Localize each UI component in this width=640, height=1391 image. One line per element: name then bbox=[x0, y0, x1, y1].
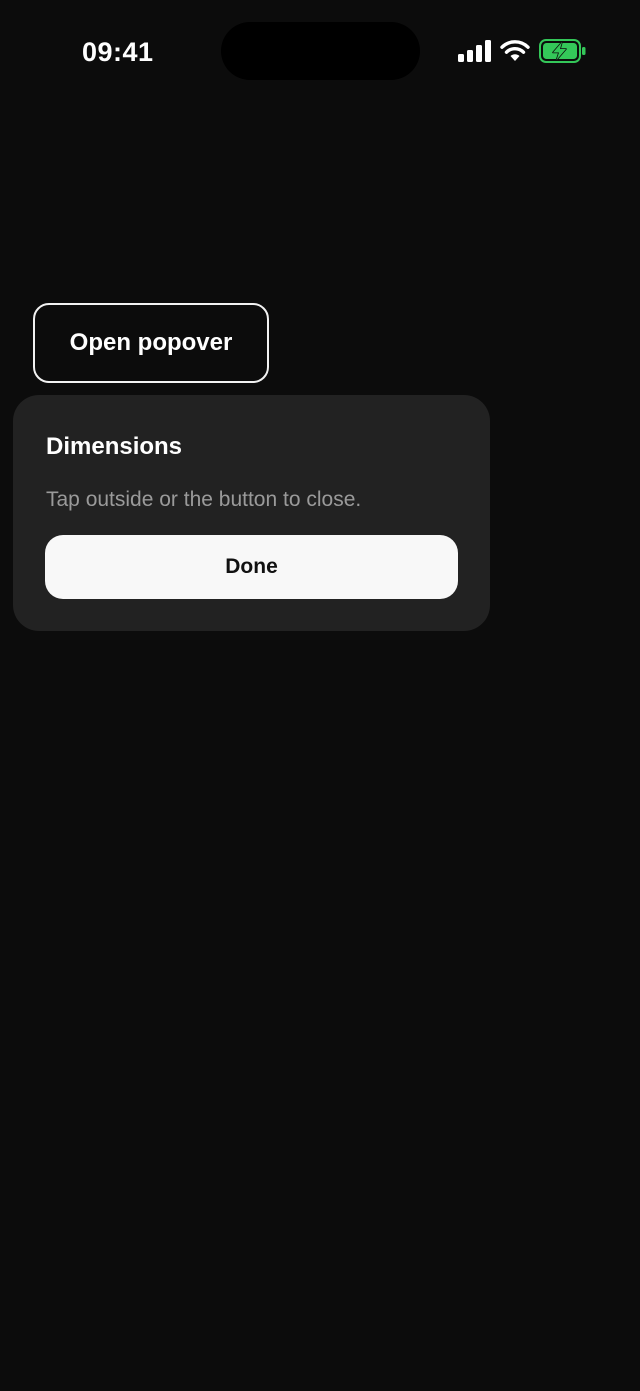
done-button[interactable]: Done bbox=[45, 535, 458, 599]
battery-charging-icon bbox=[539, 39, 586, 63]
wifi-icon bbox=[500, 40, 530, 61]
open-popover-button[interactable]: Open popover bbox=[33, 303, 269, 383]
dynamic-island bbox=[221, 22, 420, 80]
status-time: 09:41 bbox=[82, 37, 154, 67]
popover-title: Dimensions bbox=[46, 433, 183, 460]
popover: Dimensions Tap outside or the button to … bbox=[13, 395, 490, 631]
screen: 09:41 Open popover Dimensions Tap outsid… bbox=[0, 0, 640, 1391]
popover-message: Tap outside or the button to close. bbox=[46, 488, 362, 511]
signal-icon bbox=[458, 40, 491, 62]
